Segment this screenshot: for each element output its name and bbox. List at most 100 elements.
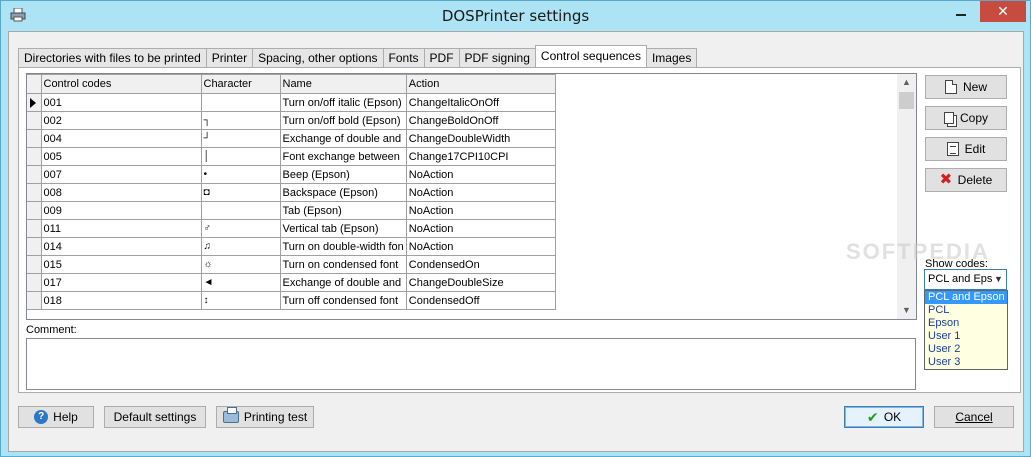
edit-button[interactable]: Edit	[925, 137, 1007, 161]
tab-pdf-signing[interactable]: PDF signing	[458, 48, 536, 67]
cell-action[interactable]: ChangeItalicOnOff	[406, 93, 556, 112]
cell-character[interactable]: ◄	[201, 273, 281, 292]
cell-action[interactable]: CondensedOff	[406, 291, 556, 310]
tab-spacing-other-options[interactable]: Spacing, other options	[252, 48, 384, 67]
table-row[interactable]: 011 ♂ Vertical tab (Epson) NoAction	[27, 219, 556, 238]
cell-action[interactable]: NoAction	[406, 237, 556, 256]
table-row[interactable]: 007 • Beep (Epson) NoAction	[27, 165, 556, 184]
cell-action[interactable]: ChangeDoubleSize	[406, 273, 556, 292]
cell-name[interactable]: Exchange of double and	[280, 273, 407, 292]
row-indicator	[27, 201, 42, 220]
grid-vertical-scrollbar[interactable]: ▲ ▼	[897, 74, 916, 319]
cell-character[interactable]: ☼	[201, 255, 281, 274]
table-row[interactable]: 015 ☼ Turn on condensed font CondensedOn	[27, 255, 556, 274]
cell-name[interactable]: Font exchange between	[280, 147, 407, 166]
cell-code[interactable]: 009	[41, 201, 202, 220]
table-row[interactable]: 008 ◘ Backspace (Epson) NoAction	[27, 183, 556, 202]
tab-fonts[interactable]: Fonts	[382, 48, 425, 67]
cell-name[interactable]: Exchange of double and	[280, 129, 407, 148]
tab-directories[interactable]: Directories with files to be printed	[18, 48, 207, 67]
title-bar[interactable]: DOSPrinter settings ✕	[1, 1, 1030, 31]
cell-code[interactable]: 014	[41, 237, 202, 256]
cell-character[interactable]: ┐	[201, 111, 281, 130]
cell-code[interactable]: 007	[41, 165, 202, 184]
cell-action[interactable]: ChangeBoldOnOff	[406, 111, 556, 130]
copy-button[interactable]: Copy	[925, 106, 1007, 130]
cell-name[interactable]: Turn off condensed font	[280, 291, 407, 310]
cell-character[interactable]: •	[201, 165, 281, 184]
dropdown-option-user-3[interactable]: User 3	[925, 356, 1007, 369]
dropdown-option-user-2[interactable]: User 2	[925, 343, 1007, 356]
row-indicator	[27, 165, 42, 184]
cell-code[interactable]: 001	[41, 93, 202, 112]
column-header-action[interactable]: Action	[406, 74, 556, 94]
cell-character[interactable]	[201, 93, 281, 112]
tab-control-sequences[interactable]: Control sequences	[534, 45, 647, 67]
cell-action[interactable]: ChangeDoubleWidth	[406, 129, 556, 148]
cell-code[interactable]: 005	[41, 147, 202, 166]
show-codes-select[interactable]: PCL and Eps ▼	[924, 269, 1007, 290]
scroll-down-arrow-icon[interactable]: ▼	[901, 305, 912, 316]
table-row[interactable]: 005 │ Font exchange between Change17CPI1…	[27, 147, 556, 166]
dropdown-option-epson[interactable]: Epson	[925, 317, 1007, 330]
cell-code[interactable]: 011	[41, 219, 202, 238]
minimize-button[interactable]	[948, 2, 974, 22]
cell-name[interactable]: Vertical tab (Epson)	[280, 219, 407, 238]
default-settings-button[interactable]: Default settings	[104, 406, 206, 428]
column-header-character[interactable]: Character	[201, 74, 281, 94]
comment-textarea[interactable]	[26, 338, 916, 390]
cell-character[interactable]: │	[201, 147, 281, 166]
table-row[interactable]: 002 ┐ Turn on/off bold (Epson) ChangeBol…	[27, 111, 556, 130]
cell-name[interactable]: Turn on condensed font	[280, 255, 407, 274]
cell-code[interactable]: 018	[41, 291, 202, 310]
cell-action[interactable]: NoAction	[406, 219, 556, 238]
tab-printer[interactable]: Printer	[205, 48, 254, 67]
cell-action[interactable]: NoAction	[406, 201, 556, 220]
table-row[interactable]: 004 ┘ Exchange of double and ChangeDoubl…	[27, 129, 556, 148]
cell-action[interactable]: NoAction	[406, 165, 556, 184]
cell-character[interactable]: ◘	[201, 183, 281, 202]
cell-code[interactable]: 015	[41, 255, 202, 274]
close-button[interactable]: ✕	[980, 1, 1026, 22]
scrollbar-thumb[interactable]	[899, 92, 914, 109]
ok-button[interactable]: ✔ OK	[844, 406, 924, 428]
column-header-control-codes[interactable]: Control codes	[41, 74, 202, 94]
cell-code[interactable]: 017	[41, 273, 202, 292]
cell-action[interactable]: Change17CPI10CPI	[406, 147, 556, 166]
printing-test-button[interactable]: Printing test	[216, 406, 314, 428]
cell-character[interactable]: ♫	[201, 237, 281, 256]
dropdown-option-user-1[interactable]: User 1	[925, 330, 1007, 343]
scroll-up-arrow-icon[interactable]: ▲	[901, 77, 912, 88]
delete-button[interactable]: ✖ Delete	[925, 168, 1007, 192]
tab-images[interactable]: Images	[645, 48, 698, 67]
table-row[interactable]: 001 Turn on/off italic (Epson) ChangeIta…	[27, 93, 556, 112]
cell-code[interactable]: 004	[41, 129, 202, 148]
cell-character[interactable]: ♂	[201, 219, 281, 238]
help-button[interactable]: ? Help	[18, 406, 94, 428]
cell-action[interactable]: NoAction	[406, 183, 556, 202]
new-button[interactable]: New	[925, 75, 1007, 99]
cancel-button[interactable]: Cancel	[934, 406, 1014, 428]
cell-name[interactable]: Turn on/off italic (Epson)	[280, 93, 407, 112]
chevron-down-icon[interactable]: ▼	[991, 270, 1006, 289]
cell-name[interactable]: Backspace (Epson)	[280, 183, 407, 202]
cell-code[interactable]: 002	[41, 111, 202, 130]
cell-character[interactable]: ↕	[201, 291, 281, 310]
dialog-client-area: Directories with files to be printed Pri…	[8, 31, 1024, 452]
cell-character[interactable]: ┘	[201, 129, 281, 148]
table-row[interactable]: 017 ◄ Exchange of double and ChangeDoubl…	[27, 273, 556, 292]
table-row[interactable]: 009 Tab (Epson) NoAction	[27, 201, 556, 220]
cell-action[interactable]: CondensedOn	[406, 255, 556, 274]
table-row[interactable]: 014 ♫ Turn on double-width fon NoAction	[27, 237, 556, 256]
cell-name[interactable]: Turn on/off bold (Epson)	[280, 111, 407, 130]
table-row[interactable]: 018 ↕ Turn off condensed font CondensedO…	[27, 291, 556, 310]
cell-name[interactable]: Beep (Epson)	[280, 165, 407, 184]
cell-character[interactable]	[201, 201, 281, 220]
dropdown-option-pcl-and-epson[interactable]: PCL and Epson	[925, 291, 1007, 304]
cell-code[interactable]: 008	[41, 183, 202, 202]
column-header-name[interactable]: Name	[280, 74, 407, 94]
tab-pdf[interactable]: PDF	[423, 48, 460, 67]
dropdown-option-pcl[interactable]: PCL	[925, 304, 1007, 317]
cell-name[interactable]: Tab (Epson)	[280, 201, 407, 220]
cell-name[interactable]: Turn on double-width fon	[280, 237, 407, 256]
